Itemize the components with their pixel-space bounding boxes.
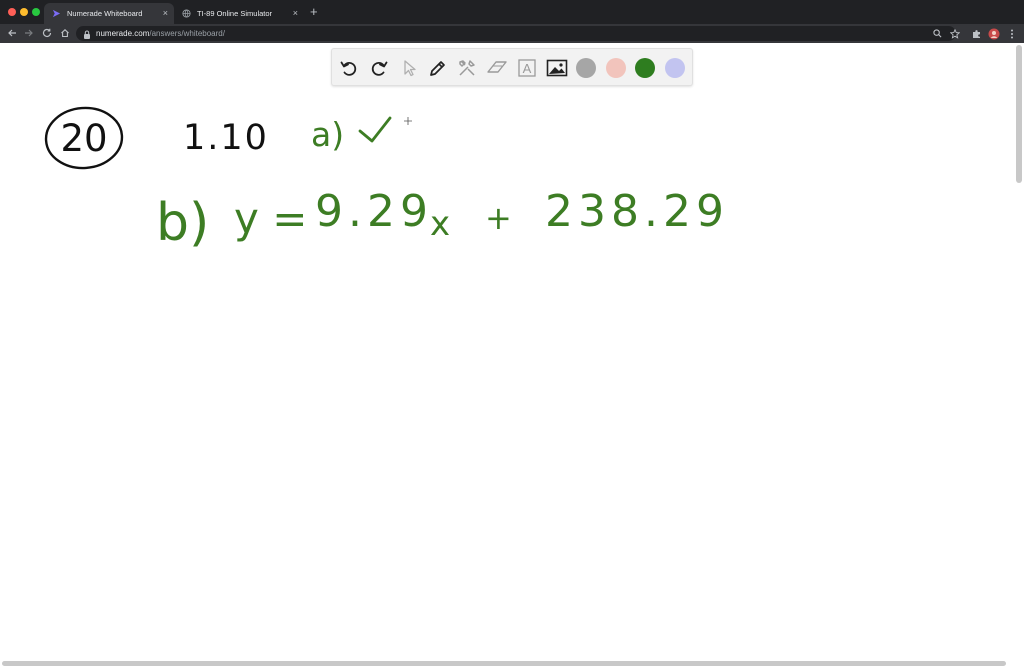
svg-text:A: A bbox=[523, 61, 532, 76]
numerade-logo-icon bbox=[52, 9, 61, 18]
forward-arrow-icon[interactable] bbox=[22, 26, 36, 40]
tab-title: TI-89 Online Simulator bbox=[197, 9, 273, 18]
color-swatch-pink[interactable] bbox=[606, 58, 626, 78]
horizontal-scrollbar[interactable] bbox=[2, 661, 1006, 666]
zoom-search-icon[interactable] bbox=[931, 27, 944, 40]
equation-slope: 9.29 bbox=[315, 186, 433, 237]
color-swatch-green[interactable] bbox=[635, 58, 655, 78]
close-window-button[interactable] bbox=[8, 8, 16, 16]
extensions-puzzle-icon[interactable] bbox=[970, 27, 983, 40]
check-mark-icon bbox=[358, 116, 392, 143]
color-swatch-gray[interactable] bbox=[576, 58, 596, 78]
tools-icon[interactable] bbox=[455, 56, 479, 80]
reload-icon[interactable] bbox=[40, 26, 54, 40]
browser-menu-icon[interactable] bbox=[1005, 27, 1018, 40]
equation-intercept: 238.29 bbox=[545, 186, 729, 237]
vertical-scrollbar[interactable] bbox=[1016, 45, 1022, 183]
problem-number: 20 bbox=[60, 117, 107, 160]
tab-close-icon[interactable]: × bbox=[163, 8, 168, 18]
browser-tab-strip: Numerade Whiteboard × TI-89 Online Simul… bbox=[0, 0, 1024, 24]
equation-lhs: y = bbox=[234, 194, 307, 243]
maximize-window-button[interactable] bbox=[32, 8, 40, 16]
image-icon[interactable] bbox=[545, 56, 569, 80]
equation-plus: + bbox=[485, 199, 512, 237]
undo-icon[interactable] bbox=[337, 56, 361, 80]
redo-icon[interactable] bbox=[367, 56, 391, 80]
back-arrow-icon[interactable] bbox=[5, 26, 19, 40]
whiteboard-toolbar: A bbox=[331, 48, 693, 86]
url-path: /answers/whiteboard/ bbox=[149, 29, 225, 38]
profile-avatar[interactable] bbox=[987, 27, 1000, 40]
pointer-icon[interactable] bbox=[397, 56, 421, 80]
minimize-window-button[interactable] bbox=[20, 8, 28, 16]
tab-ti89-simulator[interactable]: TI-89 Online Simulator × bbox=[174, 3, 304, 24]
tab-numerade-whiteboard[interactable]: Numerade Whiteboard × bbox=[44, 3, 174, 24]
address-bar[interactable]: numerade.com/answers/whiteboard/ bbox=[76, 26, 956, 41]
given-value: 1.10 bbox=[183, 118, 269, 158]
part-b-label: b) bbox=[156, 193, 209, 253]
whiteboard-page: 20 1.10 a) b) y = 9.29 x + 238.29 A bbox=[0, 43, 1024, 668]
equation-variable: x bbox=[430, 204, 450, 244]
whiteboard-canvas[interactable]: 20 1.10 a) b) y = 9.29 x + 238.29 bbox=[0, 43, 1024, 668]
color-swatch-lavender[interactable] bbox=[665, 58, 685, 78]
tab-title: Numerade Whiteboard bbox=[67, 9, 143, 18]
text-icon[interactable]: A bbox=[515, 56, 539, 80]
browser-toolbar: numerade.com/answers/whiteboard/ bbox=[0, 24, 1024, 43]
cursor-crosshair-icon bbox=[404, 117, 412, 125]
globe-icon bbox=[182, 9, 191, 18]
home-icon[interactable] bbox=[58, 26, 72, 40]
pen-icon[interactable] bbox=[426, 56, 450, 80]
lock-icon bbox=[83, 29, 91, 39]
bookmark-star-icon[interactable] bbox=[948, 27, 961, 40]
part-a-label: a) bbox=[311, 115, 344, 154]
eraser-icon[interactable] bbox=[485, 56, 509, 80]
url-host: numerade.com bbox=[96, 29, 150, 38]
new-tab-button[interactable]: + bbox=[310, 5, 318, 18]
tab-close-icon[interactable]: × bbox=[293, 8, 298, 18]
